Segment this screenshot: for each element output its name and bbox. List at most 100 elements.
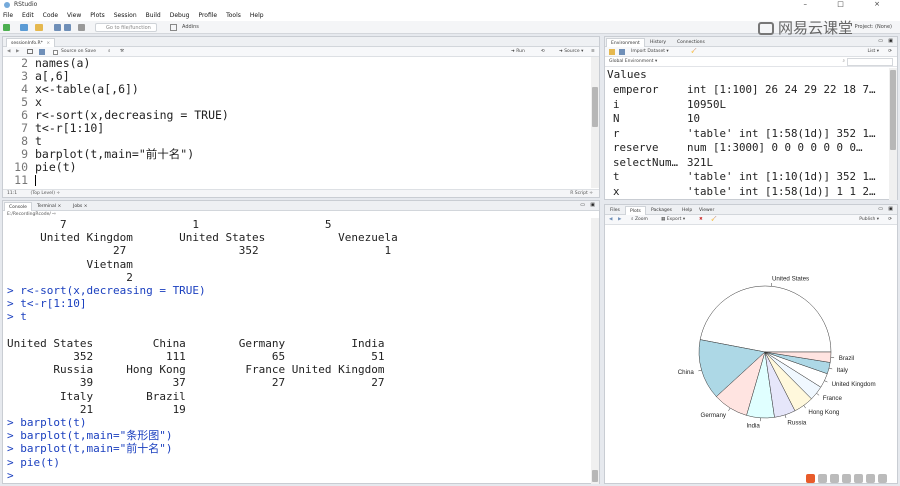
grid-icon[interactable] <box>170 24 177 31</box>
menu-edit[interactable]: Edit <box>22 12 34 19</box>
source-button[interactable]: ➜ Source ▾ <box>559 47 583 57</box>
tab-environment[interactable]: Environment <box>606 38 645 47</box>
editor-scrollbar[interactable] <box>591 57 599 188</box>
run-button[interactable]: ➜ Run <box>511 47 525 57</box>
maximize-pane-icon[interactable]: ▣ <box>888 38 893 44</box>
publish-button[interactable]: Publish ▾ <box>859 215 879 225</box>
environment-scrollbar[interactable] <box>889 68 897 200</box>
code-area[interactable]: 2 names(a) 3 a[,6] 4 x<-table(a[,6]) 5x 6 r<… <box>3 57 591 188</box>
save-icon[interactable] <box>54 24 61 31</box>
search-icon[interactable]: ⌕ <box>842 57 845 67</box>
save-file-icon[interactable] <box>39 49 45 55</box>
tab-packages[interactable]: Packages <box>647 206 676 215</box>
show-in-window-icon[interactable] <box>27 49 33 54</box>
env-row[interactable]: r'table' int [1:58(1d)] 352 1… <box>605 127 891 142</box>
print-icon[interactable] <box>78 24 85 31</box>
rerun-icon[interactable]: ⟲ <box>541 47 545 57</box>
source-on-save-checkbox[interactable] <box>53 50 58 55</box>
pie-label: Brazil <box>839 355 854 362</box>
minimize-button[interactable]: – <box>804 0 822 8</box>
refresh-icon[interactable]: ⟳ <box>888 47 892 57</box>
list-view-selector[interactable]: List ▾ <box>867 47 879 57</box>
next-plot-icon[interactable]: ▶ <box>618 215 621 225</box>
tray-icon[interactable] <box>866 474 875 483</box>
scope-selector[interactable]: (Top Level) ÷ <box>31 191 61 196</box>
clear-plots-icon[interactable]: 🧹 <box>711 215 717 225</box>
editor-scroll-thumb[interactable] <box>592 87 598 127</box>
open-file-icon[interactable] <box>35 24 43 31</box>
tab-viewer[interactable]: Viewer <box>695 206 718 215</box>
menu-profile[interactable]: Profile <box>198 12 217 19</box>
new-project-icon[interactable] <box>20 24 28 31</box>
tab-console[interactable]: Console <box>4 202 32 211</box>
wand-icon[interactable]: ⚒ <box>120 47 124 57</box>
load-workspace-icon[interactable] <box>609 49 615 55</box>
addins-button[interactable]: Addins <box>182 23 199 32</box>
tab-jobs[interactable]: Jobs × <box>69 202 91 211</box>
tab-connections[interactable]: Connections <box>673 38 709 47</box>
env-row[interactable]: emperor int [1:100] 26 24 29 22 18 7… <box>605 83 891 98</box>
export-button[interactable]: ▦ Export ▾ <box>661 215 685 225</box>
refresh-icon[interactable]: ⟳ <box>888 215 892 225</box>
tab-files[interactable]: Files <box>606 206 624 215</box>
environment-scope-selector[interactable]: Global Environment ▾ <box>609 57 657 67</box>
menu-help[interactable]: Help <box>250 12 264 19</box>
remove-plot-icon[interactable]: ✖ <box>699 215 703 225</box>
console-line: United States China Germany India <box>7 336 385 350</box>
environment-scroll-thumb[interactable] <box>890 70 896 150</box>
menu-view[interactable]: View <box>67 12 81 19</box>
tray-icon[interactable] <box>830 474 839 483</box>
language-selector[interactable]: R Script ÷ <box>570 190 593 198</box>
env-row[interactable]: N 10 <box>605 112 891 127</box>
env-row[interactable]: selectNum… 321L <box>605 156 891 171</box>
zoom-button[interactable]: ⌕ Zoom <box>631 215 648 225</box>
broom-icon[interactable]: 🧹 <box>691 47 697 57</box>
outline-icon[interactable]: ≡ <box>591 47 595 57</box>
tray-icon[interactable] <box>854 474 863 483</box>
console-prompt[interactable]: > <box>7 469 20 482</box>
tab-help[interactable]: Help <box>678 206 696 215</box>
menu-code[interactable]: Code <box>43 12 58 19</box>
project-menu[interactable]: Project: (None) <box>855 23 892 32</box>
close-tab-icon[interactable]: × <box>46 41 50 46</box>
back-arrow-icon[interactable]: ◀ <box>7 47 10 57</box>
forward-arrow-icon[interactable]: ▶ <box>16 47 19 57</box>
save-all-icon[interactable] <box>64 24 71 31</box>
previous-plot-icon[interactable]: ◀ <box>609 215 612 225</box>
tab-terminal[interactable]: Terminal × <box>33 202 65 211</box>
go-to-function-input[interactable]: Go to file/function <box>95 23 157 32</box>
menu-build[interactable]: Build <box>146 12 161 19</box>
minimize-pane-icon[interactable]: ▭ <box>580 202 585 208</box>
console-scrollbar[interactable] <box>591 218 599 484</box>
minimize-pane-icon[interactable]: ▭ <box>878 38 883 44</box>
tab-history[interactable]: History <box>646 38 670 47</box>
console-output[interactable]: 7 1 5 United Kingdom United States Venez… <box>3 218 591 484</box>
env-row[interactable]: t'table' int [1:10(1d)] 352 1… <box>605 170 891 185</box>
environment-search-input[interactable] <box>847 58 893 66</box>
close-button[interactable]: × <box>874 0 894 8</box>
menu-file[interactable]: File <box>3 12 13 19</box>
menu-debug[interactable]: Debug <box>170 12 190 19</box>
save-workspace-icon[interactable] <box>619 49 625 55</box>
env-row[interactable]: x'table' int [1:58(1d)] 1 1 2… <box>605 185 891 200</box>
tray-icon[interactable] <box>818 474 827 483</box>
new-file-icon[interactable] <box>3 24 10 31</box>
console-scroll-thumb[interactable] <box>592 470 598 482</box>
menu-tools[interactable]: Tools <box>226 12 241 19</box>
editor-tab[interactable]: sessionInfo.R* × <box>6 38 56 47</box>
env-row[interactable]: reserve num [1:3000] 0 0 0 0 0 0 0… <box>605 141 891 156</box>
tray-icon[interactable] <box>878 474 887 483</box>
search-icon[interactable]: ⌕ <box>108 47 111 57</box>
env-row[interactable]: i 10950L <box>605 98 891 113</box>
minimize-pane-icon[interactable]: ▭ <box>878 206 883 212</box>
import-dataset-button[interactable]: Import Dataset ▾ <box>631 47 669 57</box>
menu-plots[interactable]: Plots <box>90 12 104 19</box>
input-method-icon[interactable] <box>806 474 815 483</box>
tab-plots[interactable]: Plots <box>625 206 646 215</box>
menu-session[interactable]: Session <box>114 12 137 19</box>
maximize-button[interactable]: □ <box>837 0 858 8</box>
maximize-pane-icon[interactable]: ▣ <box>590 202 595 208</box>
system-tray <box>806 474 887 483</box>
maximize-pane-icon[interactable]: ▣ <box>888 206 893 212</box>
tray-icon[interactable] <box>842 474 851 483</box>
